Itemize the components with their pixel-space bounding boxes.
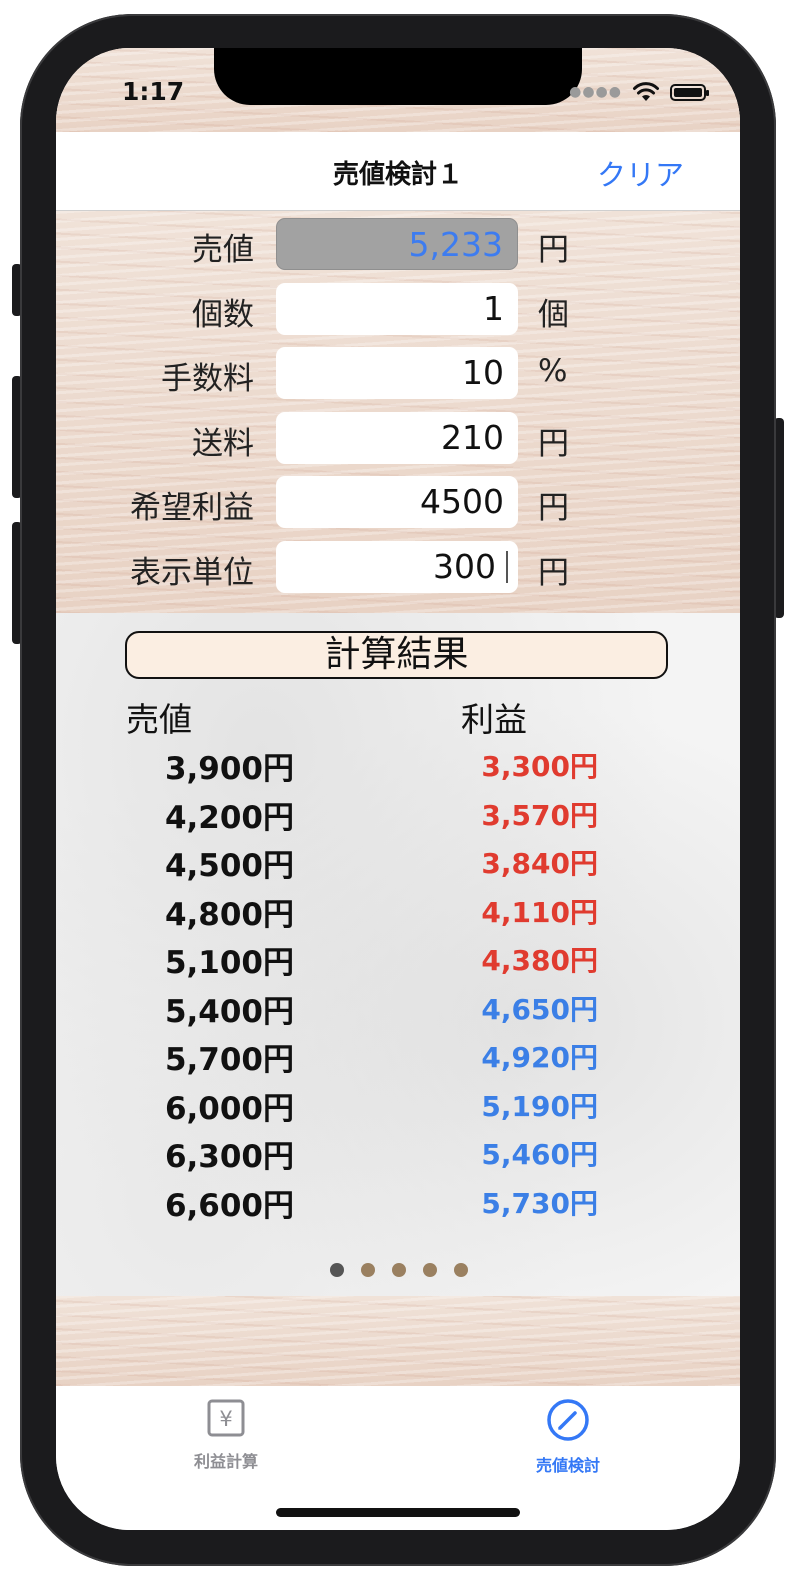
result-profit: 3,570円 xyxy=(481,799,598,832)
result-sale-price: 4,800円 xyxy=(164,897,294,933)
status-time: 1:17 xyxy=(122,77,185,106)
page-dot[interactable] xyxy=(361,1263,375,1277)
form-row-desired-profit: 希望利益 4500 円 xyxy=(56,476,740,528)
display-unit-label: 表示単位 xyxy=(130,555,254,591)
result-sale-price: 6,300円 xyxy=(164,1139,294,1175)
page-dot[interactable] xyxy=(392,1263,406,1277)
results-header: 計算結果 xyxy=(125,631,668,679)
page-dot[interactable] xyxy=(454,1263,468,1277)
text-cursor xyxy=(506,551,508,583)
result-sale-price: 5,100円 xyxy=(164,945,294,981)
results-panel[interactable]: 計算結果 売値 利益 3,900円 3,300円 4,200円 3,570円 4… xyxy=(56,613,740,1296)
result-profit: 4,650円 xyxy=(481,993,598,1026)
page-dot[interactable] xyxy=(423,1263,437,1277)
wifi-icon xyxy=(633,82,659,101)
shipping-unit: 円 xyxy=(538,426,569,462)
result-sale-price: 5,700円 xyxy=(164,1042,294,1078)
status-icons: ●●●● xyxy=(569,79,709,105)
sale-price-unit: 円 xyxy=(538,232,569,268)
fee-unit: % xyxy=(538,353,568,389)
result-profit: 4,920円 xyxy=(481,1041,598,1074)
desired-profit-label: 希望利益 xyxy=(130,490,254,526)
result-profit: 5,190円 xyxy=(481,1090,598,1123)
result-sale-price: 4,500円 xyxy=(164,848,294,884)
yen-icon: ¥ xyxy=(207,1399,245,1437)
display-unit-field[interactable]: 300 xyxy=(276,541,518,593)
tab-profit-calc[interactable]: ¥ 利益計算 xyxy=(146,1398,306,1472)
fee-field[interactable]: 10 xyxy=(276,347,518,399)
form-row-display-unit: 表示単位 300 円 xyxy=(56,541,740,593)
shipping-field[interactable]: 210 xyxy=(276,412,518,464)
result-profit: 4,380円 xyxy=(481,944,598,977)
result-sale-price: 5,400円 xyxy=(164,994,294,1030)
pencil-circle-icon xyxy=(547,1399,589,1441)
tab-price-review[interactable]: 売値検討 xyxy=(488,1398,648,1476)
quantity-field[interactable]: 1 xyxy=(276,283,518,335)
home-indicator[interactable] xyxy=(276,1508,520,1517)
screen: 1:17 ●●●● 売値検討１ クリア 売値 5,233 円 個数 1 個 手数… xyxy=(56,48,740,1530)
desired-profit-field[interactable]: 4500 xyxy=(276,476,518,528)
tab-price-review-label: 売値検討 xyxy=(535,1456,600,1475)
fee-label: 手数料 xyxy=(161,361,254,397)
result-profit: 3,300円 xyxy=(481,750,598,783)
cellular-signal-icon: ●●●● xyxy=(569,84,622,100)
desired-profit-unit: 円 xyxy=(538,490,569,526)
result-profit: 3,840円 xyxy=(481,847,598,880)
input-form: 売値 5,233 円 個数 1 個 手数料 10 % 送料 210 円 希望利益… xyxy=(56,211,740,613)
tab-profit-calc-label: 利益計算 xyxy=(193,1452,258,1471)
result-sale-price: 6,000円 xyxy=(164,1091,294,1127)
result-profit: 5,460円 xyxy=(481,1138,598,1171)
camera-notch xyxy=(214,48,582,105)
result-sale-price: 4,200円 xyxy=(164,800,294,836)
sale-column-header: 売値 xyxy=(126,700,192,739)
result-sale-price: 6,600円 xyxy=(164,1188,294,1224)
display-unit-value: 300 xyxy=(433,547,496,586)
display-unit-unit: 円 xyxy=(538,555,569,591)
result-profit: 5,730円 xyxy=(481,1187,598,1220)
sale-price-label: 売値 xyxy=(192,232,254,268)
result-profit: 4,110円 xyxy=(481,896,598,929)
battery-icon xyxy=(670,83,709,101)
page-dot[interactable] xyxy=(330,1263,344,1277)
form-row-shipping: 送料 210 円 xyxy=(56,412,740,464)
sale-price-field: 5,233 xyxy=(276,218,518,270)
form-row-quantity: 個数 1 個 xyxy=(56,283,740,335)
bottom-wood-panel xyxy=(56,1296,740,1386)
quantity-unit: 個 xyxy=(538,297,569,333)
navigation-bar: 売値検討１ クリア xyxy=(56,132,740,211)
form-row-sale-price: 売値 5,233 円 xyxy=(56,218,740,270)
result-sale-price: 3,900円 xyxy=(164,751,294,787)
svg-text:¥: ¥ xyxy=(219,1407,232,1431)
profit-column-header: 利益 xyxy=(461,700,527,739)
quantity-label: 個数 xyxy=(192,297,254,333)
form-row-fee: 手数料 10 % xyxy=(56,347,740,399)
clear-button[interactable]: クリア xyxy=(597,152,684,194)
shipping-label: 送料 xyxy=(192,426,254,462)
page-indicator[interactable] xyxy=(330,1263,468,1277)
